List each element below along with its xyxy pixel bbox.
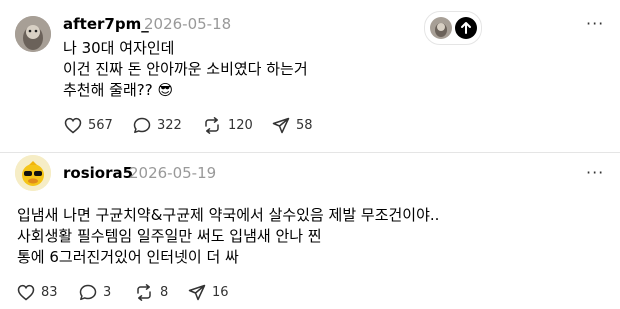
- share-button[interactable]: 16: [188, 284, 229, 301]
- post-line: 나 30대 여자인데: [63, 39, 175, 57]
- comment-count: 3: [103, 285, 112, 300]
- profile-follow-pill[interactable]: [424, 11, 482, 45]
- repost-icon: [205, 117, 219, 134]
- share-button[interactable]: 58: [272, 117, 313, 134]
- more-options-icon[interactable]: ···: [586, 14, 604, 33]
- reply-body: 입냄새 나면 구균치약&구균제 약국에서 살수있음 제발 무조건이야.. 사회생…: [17, 205, 439, 268]
- send-icon: [188, 284, 206, 301]
- more-options-icon[interactable]: ···: [586, 163, 604, 182]
- post-username[interactable]: after7pm_: [63, 15, 149, 33]
- sunglasses-emoji-icon: 😎: [157, 81, 174, 99]
- comment-count: 322: [157, 118, 182, 133]
- avatar[interactable]: [15, 16, 51, 52]
- post-line: 이건 진짜 돈 안아까운 소비였다 하는거: [63, 60, 308, 78]
- cat-avatar-image: [15, 16, 51, 52]
- repost-count: 120: [228, 118, 253, 133]
- arrow-up-icon[interactable]: [455, 17, 477, 39]
- mini-avatar: [430, 17, 452, 39]
- share-count: 58: [296, 118, 313, 133]
- send-icon: [272, 117, 290, 134]
- repost-count: 8: [160, 285, 169, 300]
- heart-icon: [17, 284, 35, 301]
- comment-button[interactable]: 322: [133, 117, 182, 134]
- post-body: 나 30대 여자인데 이건 진짜 돈 안아까운 소비였다 하는거 추천해 줄래?…: [63, 38, 308, 101]
- post-line-text: 추천해 줄래??: [63, 81, 153, 99]
- repost-icon: [137, 284, 151, 301]
- reply-date: 2026-05-19: [129, 164, 217, 182]
- duck-sunglasses-avatar-image: [15, 155, 51, 191]
- reply-username[interactable]: rosiora5: [63, 164, 133, 182]
- reply-line: 입냄새 나면 구균치약&구균제 약국에서 살수있음 제발 무조건이야..: [17, 206, 440, 224]
- like-count: 567: [88, 118, 113, 133]
- comment-icon: [79, 284, 97, 301]
- comment-button[interactable]: 3: [79, 284, 111, 301]
- reply-line: 통에 6그러진거있어 인터넷이 더 싸: [17, 248, 239, 266]
- share-count: 16: [212, 285, 229, 300]
- post-date: 2026-05-18: [144, 15, 232, 33]
- divider: [0, 152, 620, 153]
- like-button[interactable]: 567: [64, 117, 113, 134]
- reply-line: 사회생활 필수템임 일주일만 써도 입냄새 안나 찐: [17, 227, 322, 245]
- like-count: 83: [41, 285, 58, 300]
- heart-icon: [64, 117, 82, 134]
- repost-button[interactable]: 120: [202, 117, 253, 134]
- comment-icon: [133, 117, 151, 134]
- post-line: 추천해 줄래?? 😎: [63, 80, 308, 101]
- avatar[interactable]: [15, 155, 51, 191]
- like-button[interactable]: 83: [17, 284, 58, 301]
- repost-button[interactable]: 8: [134, 284, 168, 301]
